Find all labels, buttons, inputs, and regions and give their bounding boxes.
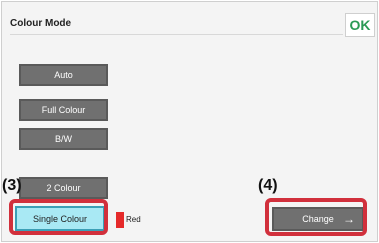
step4-callout: (4) [258, 177, 278, 194]
step3-callout: (3) [2, 177, 22, 194]
colour-swatch[interactable] [116, 212, 124, 228]
colour-swatch-label: Red [126, 215, 141, 224]
bw-button[interactable]: B/W [19, 128, 108, 150]
full-colour-button[interactable]: Full Colour [19, 99, 108, 121]
step3-highlight [9, 199, 108, 235]
dialog-title: Colour Mode [10, 18, 72, 29]
title-divider [10, 34, 343, 35]
two-colour-button[interactable]: 2 Colour [19, 177, 108, 199]
step4-highlight [265, 198, 367, 236]
auto-button[interactable]: Auto [19, 64, 108, 86]
ok-button[interactable]: OK [345, 13, 375, 37]
